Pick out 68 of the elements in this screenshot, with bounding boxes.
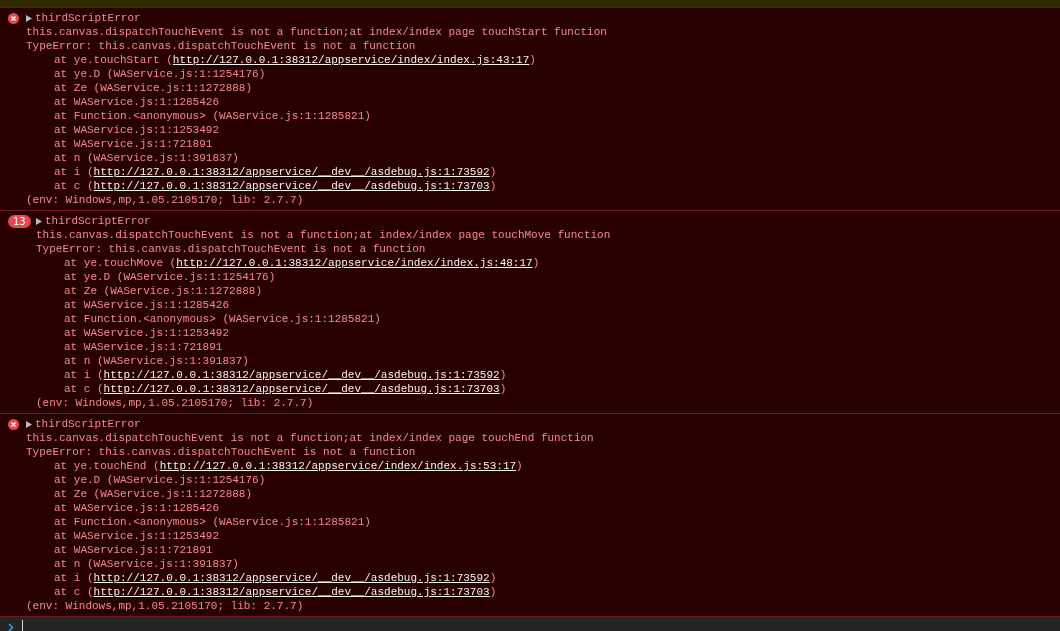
stack-frame: at WAService.js:1:1253492 — [26, 529, 594, 543]
error-message: this.canvas.dispatchTouchEvent is not a function;at index/index page touchMove function — [36, 228, 611, 242]
prompt-icon — [8, 622, 14, 631]
error-message: this.canvas.dispatchTouchEvent is not a function;at index/index page touchStart function — [26, 25, 607, 39]
stack-frame: at i ( — [54, 572, 94, 584]
stack-frame: at Function.<anonymous> (WAService.js:1:1285821) — [26, 515, 594, 529]
stack-frame: ) — [499, 369, 507, 381]
source-link[interactable]: http://127.0.0.1:38312/appservice/index/index.js:43:17 — [172, 54, 530, 66]
environment-info: (env: Windows,mp,1.05.2105170; lib: 2.7.7) — [36, 396, 315, 410]
error-title: thirdScriptError — [45, 214, 151, 228]
stack-frame: at n (WAService.js:1:391837) — [26, 151, 607, 165]
stack-frame: ) — [489, 586, 497, 598]
expand-icon[interactable] — [36, 217, 42, 225]
stack-frame: at n (WAService.js:1:391837) — [26, 557, 594, 571]
stack-frame: at c ( — [54, 180, 94, 192]
error-message: this.canvas.dispatchTouchEvent is not a function;at index/index page touchEnd function — [26, 431, 594, 445]
stack-frame: at ye.D (WAService.js:1:1254176) — [26, 473, 594, 487]
source-link[interactable]: http://127.0.0.1:38312/appservice/__dev__/asdebug.js:1:73592 — [103, 369, 500, 381]
stack-frame: at Ze (WAService.js:1:1272888) — [26, 81, 607, 95]
environment-info: (env: Windows,mp,1.05.2105170; lib: 2.7.7) — [26, 193, 305, 207]
error-icon — [8, 12, 19, 24]
stack-frame: at WAService.js:1:1285426 — [36, 298, 611, 312]
stack-frame: at ye.touchMove ( — [64, 257, 177, 269]
stack-frame: ) — [516, 460, 523, 472]
stack-frame: at WAService.js:1:721891 — [26, 543, 594, 557]
environment-info: (env: Windows,mp,1.05.2105170; lib: 2.7.7) — [26, 599, 305, 613]
stack-frame: at WAService.js:1:721891 — [26, 137, 607, 151]
stack-frame: at Ze (WAService.js:1:1272888) — [26, 487, 594, 501]
stack-frame: ) — [489, 180, 497, 192]
source-link[interactable]: http://127.0.0.1:38312/appservice/__dev__/asdebug.js:1:73592 — [93, 166, 490, 178]
source-link[interactable]: http://127.0.0.1:38312/appservice/__dev__/asdebug.js:1:73592 — [93, 572, 490, 584]
stack-frame: at i ( — [64, 369, 104, 381]
stack-frame: at Function.<anonymous> (WAService.js:1:1285821) — [36, 312, 611, 326]
stack-frame: at WAService.js:1:721891 — [36, 340, 611, 354]
source-link[interactable]: http://127.0.0.1:38312/appservice/index/index.js:48:17 — [176, 257, 533, 269]
stack-frame: at WAService.js:1:1285426 — [26, 501, 594, 515]
stack-frame: at ye.touchEnd ( — [54, 460, 160, 472]
stack-frame: ) — [489, 572, 497, 584]
repeat-count: 13 — [8, 214, 31, 228]
console-input[interactable] — [0, 617, 1060, 631]
expand-icon[interactable] — [26, 420, 32, 428]
stack-frame: ) — [499, 383, 507, 395]
source-link[interactable]: http://127.0.0.1:38312/appservice/__dev__/asdebug.js:1:73703 — [103, 383, 500, 395]
error-type: TypeError: this.canvas.dispatchTouchEvent is not a function — [26, 39, 417, 53]
source-link[interactable]: http://127.0.0.1:38312/appservice/__dev__/asdebug.js:1:73703 — [93, 180, 490, 192]
stack-frame: ) — [532, 257, 540, 269]
stack-frame: ) — [489, 166, 497, 178]
stack-frame: at Ze (WAService.js:1:1272888) — [36, 284, 611, 298]
stack-frame: at n (WAService.js:1:391837) — [36, 354, 611, 368]
stack-frame: at WAService.js:1:1253492 — [36, 326, 611, 340]
stack-frame: at ye.D (WAService.js:1:1254176) — [36, 270, 611, 284]
expand-icon[interactable] — [26, 14, 32, 22]
stack-frame: ) — [529, 54, 536, 66]
stack-frame: at WAService.js:1:1253492 — [26, 123, 607, 137]
stack-frame: at ye.D (WAService.js:1:1254176) — [26, 67, 607, 81]
error-type: TypeError: this.canvas.dispatchTouchEvent is not a function — [26, 445, 417, 459]
stack-frame: at c ( — [64, 383, 104, 395]
stack-frame: at i ( — [54, 166, 94, 178]
error-title: thirdScriptError — [35, 11, 141, 25]
error-type: TypeError: this.canvas.dispatchTouchEvent is not a function — [36, 242, 427, 256]
error-icon — [8, 418, 19, 430]
source-link[interactable]: http://127.0.0.1:38312/appservice/__dev__/asdebug.js:1:73703 — [93, 586, 490, 598]
error-title: thirdScriptError — [35, 417, 141, 431]
stack-frame: at Function.<anonymous> (WAService.js:1:1285821) — [26, 109, 607, 123]
source-link[interactable]: http://127.0.0.1:38312/appservice/index/index.js:53:17 — [159, 460, 517, 472]
stack-frame: at ye.touchStart ( — [54, 54, 173, 66]
stack-frame: at WAService.js:1:1285426 — [26, 95, 607, 109]
stack-frame: at c ( — [54, 586, 94, 598]
